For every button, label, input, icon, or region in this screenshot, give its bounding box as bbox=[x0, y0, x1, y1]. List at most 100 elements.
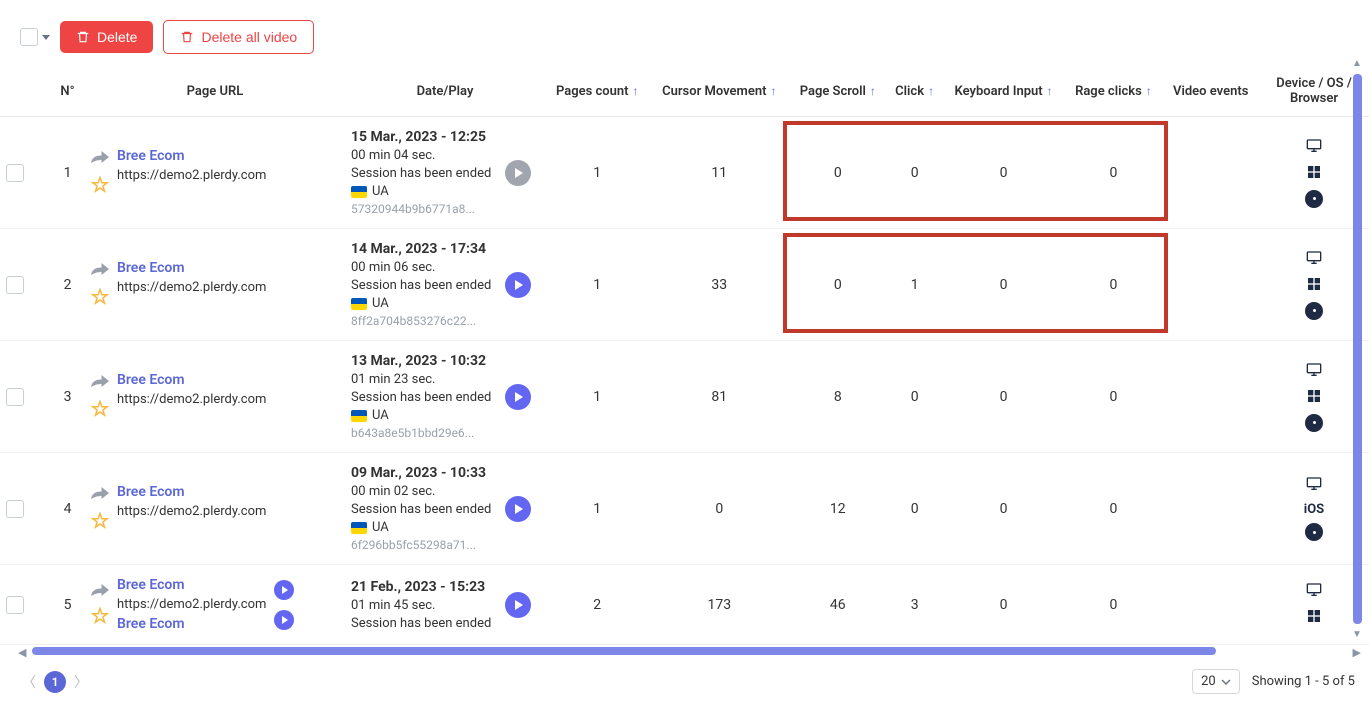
play-button[interactable] bbox=[505, 384, 531, 410]
select-all-control[interactable] bbox=[20, 28, 50, 46]
monitor-icon bbox=[1304, 476, 1324, 496]
col-page-scroll[interactable]: Page Scroll↑ bbox=[789, 66, 886, 117]
monitor-icon bbox=[1304, 250, 1324, 270]
play-button[interactable] bbox=[505, 272, 531, 298]
cell-scroll: 46 bbox=[789, 565, 886, 645]
vertical-scrollbar[interactable]: ▲ ▼ bbox=[1353, 68, 1362, 630]
play-button[interactable] bbox=[505, 496, 531, 522]
device-icons: iOS bbox=[1265, 476, 1363, 541]
session-status: Session has been ended bbox=[351, 616, 491, 631]
session-country: UA bbox=[351, 296, 491, 311]
col-keyboard-input[interactable]: Keyboard Input↑ bbox=[943, 66, 1065, 117]
session-url[interactable]: https://demo2.plerdy.com bbox=[117, 597, 266, 612]
session-url[interactable]: https://demo2.plerdy.com bbox=[117, 504, 266, 519]
table-footer: 〈 1 〉 20 Showing 1 - 5 of 5 bbox=[0, 663, 1369, 708]
session-hash: 57320944b9b6771a8... bbox=[351, 202, 491, 216]
cell-pages: 1 bbox=[545, 341, 649, 453]
scroll-down-icon[interactable]: ▼ bbox=[1352, 629, 1362, 640]
session-country: UA bbox=[351, 184, 491, 199]
page-size-value: 20 bbox=[1201, 674, 1216, 689]
star-icon[interactable] bbox=[91, 288, 109, 310]
cell-keyboard: 0 bbox=[943, 229, 1065, 341]
page-size-select[interactable]: 20 bbox=[1192, 669, 1240, 694]
windows-icon bbox=[1304, 608, 1324, 628]
col-date-play[interactable]: Date/Play bbox=[345, 66, 545, 117]
horizontal-scrollbar[interactable]: ◀ ▶ bbox=[32, 647, 1347, 657]
col-num[interactable]: N° bbox=[50, 66, 85, 117]
session-date: 13 Mar., 2023 - 10:32 bbox=[351, 353, 491, 369]
chrome-icon bbox=[1305, 302, 1323, 320]
star-icon[interactable] bbox=[91, 607, 109, 629]
vertical-scrollbar-thumb[interactable] bbox=[1353, 74, 1362, 624]
cell-scroll: 12 bbox=[789, 453, 886, 565]
cell-pages: 1 bbox=[545, 229, 649, 341]
row-checkbox[interactable] bbox=[6, 500, 24, 518]
scroll-left-icon[interactable]: ◀ bbox=[18, 646, 26, 659]
col-pages-count[interactable]: Pages count↑ bbox=[545, 66, 649, 117]
delete-button[interactable]: Delete bbox=[60, 21, 153, 53]
next-page-icon[interactable]: 〉 bbox=[74, 672, 88, 692]
col-video-events[interactable]: Video events bbox=[1162, 66, 1259, 117]
play-button[interactable] bbox=[505, 592, 531, 618]
date-cell: 21 Feb., 2023 - 15:23 01 min 45 sec. Ses… bbox=[351, 579, 491, 631]
play-button[interactable] bbox=[274, 580, 294, 600]
cell-click: 0 bbox=[887, 341, 943, 453]
page-number[interactable]: 1 bbox=[44, 671, 66, 693]
cell-rage: 0 bbox=[1064, 117, 1162, 229]
session-url[interactable]: https://demo2.plerdy.com bbox=[117, 392, 266, 407]
share-icon[interactable] bbox=[91, 262, 109, 280]
cell-click: 3 bbox=[887, 565, 943, 645]
play-button[interactable] bbox=[274, 610, 294, 630]
flag-ua-icon bbox=[351, 298, 367, 310]
star-icon[interactable] bbox=[91, 176, 109, 198]
share-icon[interactable] bbox=[91, 486, 109, 504]
cell-cursor: 173 bbox=[649, 565, 789, 645]
share-icon[interactable] bbox=[91, 583, 109, 601]
row-checkbox[interactable] bbox=[6, 164, 24, 182]
cell-rage: 0 bbox=[1064, 341, 1162, 453]
col-page-url[interactable]: Page URL bbox=[85, 66, 345, 117]
scroll-right-icon[interactable]: ▶ bbox=[1353, 646, 1361, 659]
scroll-up-icon[interactable]: ▲ bbox=[1352, 58, 1362, 69]
col-cursor-movement[interactable]: Cursor Movement↑ bbox=[649, 66, 789, 117]
share-icon[interactable] bbox=[91, 150, 109, 168]
horizontal-scrollbar-thumb[interactable] bbox=[32, 647, 1216, 655]
date-cell: 09 Mar., 2023 - 10:33 00 min 02 sec. Ses… bbox=[351, 465, 491, 552]
session-name[interactable]: Bree Ecom bbox=[117, 577, 266, 593]
session-url[interactable]: https://demo2.plerdy.com bbox=[117, 280, 266, 295]
session-country: UA bbox=[351, 408, 491, 423]
row-number: 1 bbox=[50, 117, 85, 229]
row-checkbox[interactable] bbox=[6, 276, 24, 294]
session-status: Session has been ended bbox=[351, 390, 491, 405]
date-cell: 13 Mar., 2023 - 10:32 01 min 23 sec. Ses… bbox=[351, 353, 491, 440]
star-icon[interactable] bbox=[91, 400, 109, 422]
session-date: 21 Feb., 2023 - 15:23 bbox=[351, 579, 491, 595]
windows-icon bbox=[1304, 276, 1324, 296]
cell-click: 1 bbox=[887, 229, 943, 341]
device-icons bbox=[1265, 362, 1363, 432]
session-date: 15 Mar., 2023 - 12:25 bbox=[351, 129, 491, 145]
col-click[interactable]: Click↑ bbox=[887, 66, 943, 117]
session-name[interactable]: Bree Ecom bbox=[117, 484, 266, 500]
share-icon[interactable] bbox=[91, 374, 109, 392]
session-name[interactable]: Bree Ecom bbox=[117, 148, 266, 164]
session-name[interactable]: Bree Ecom bbox=[117, 372, 266, 388]
sort-up-icon: ↑ bbox=[633, 84, 639, 98]
row-checkbox[interactable] bbox=[6, 388, 24, 406]
session-url[interactable]: https://demo2.plerdy.com bbox=[117, 168, 266, 183]
col-rage-clicks[interactable]: Rage clicks↑ bbox=[1064, 66, 1162, 117]
chevron-down-icon bbox=[1221, 677, 1231, 687]
chevron-down-icon[interactable] bbox=[42, 35, 50, 40]
session-duration: 01 min 23 sec. bbox=[351, 372, 491, 387]
select-all-checkbox[interactable] bbox=[20, 28, 38, 46]
table-row: 4 Bree Ecom https://demo2.plerdy.com 09 … bbox=[0, 453, 1369, 565]
delete-all-button[interactable]: Delete all video bbox=[163, 20, 314, 54]
row-checkbox[interactable] bbox=[6, 596, 24, 614]
session-name[interactable]: Bree Ecom bbox=[117, 260, 266, 276]
prev-page-icon[interactable]: 〈 bbox=[22, 672, 36, 692]
cell-keyboard: 0 bbox=[943, 117, 1065, 229]
date-cell: 14 Mar., 2023 - 17:34 00 min 06 sec. Ses… bbox=[351, 241, 491, 328]
play-button[interactable] bbox=[505, 160, 531, 186]
star-icon[interactable] bbox=[91, 512, 109, 534]
session-name[interactable]: Bree Ecom bbox=[117, 616, 266, 632]
